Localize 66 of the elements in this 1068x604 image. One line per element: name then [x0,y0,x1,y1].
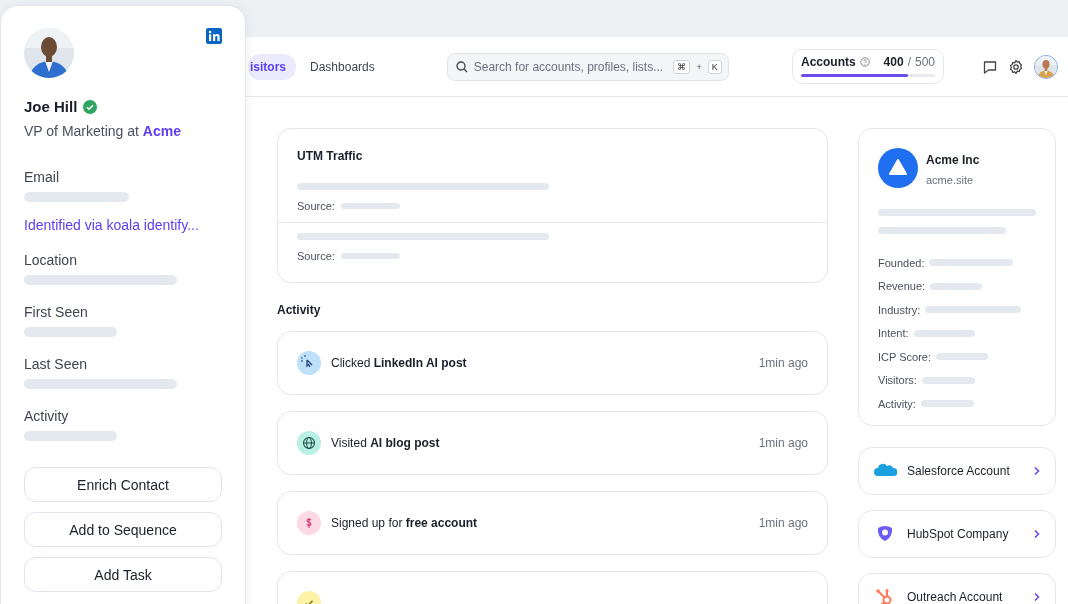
action-button[interactable]: Add Task [24,557,222,592]
chevron-icon [1033,466,1041,476]
cursor-icon [297,351,321,375]
placeholder-bar [340,203,400,209]
company-name: Acme Inc [926,153,980,167]
activity-text: Signed up for free account [331,516,479,530]
linkedin-icon [206,28,222,44]
field-label: Activity: [878,397,916,410]
activity-time: 1min ago [758,436,808,450]
placeholder-bar [913,329,975,337]
nav-tab[interactable]: isitors [248,53,296,80]
used-count: 400 [883,55,904,69]
chevron-icon [1033,592,1041,602]
company-domain: acme.site [926,174,975,186]
card-title: UTM Traffic [296,148,364,163]
integration-link[interactable]: Salesforce Account [858,447,1056,495]
activity-text: Visited AI blog post [331,436,441,450]
total-count: 500 [914,55,935,69]
field-label: Intent: [878,327,909,340]
field-label: Last Seen [24,356,89,372]
accounts-label: Accounts [801,55,856,69]
chat-icon[interactable] [982,58,998,75]
integration-label: HubSpot Company [907,527,1010,541]
identified-link[interactable]: Identified via koala identify... [24,217,222,233]
section-title: Activity [277,303,322,317]
separator: / [907,55,911,69]
help-icon [859,57,870,67]
action-button[interactable]: Enrich Contact [24,467,222,502]
dollar-icon [297,511,321,535]
field-label: Visitors: [878,374,917,387]
placeholder-bar [921,376,975,384]
field-label: Revenue: [878,280,926,293]
integration-link[interactable]: HubSpot Company [858,510,1056,558]
company-logo-icon [878,148,918,188]
search-placeholder: Search for accounts, profiles, lists... [473,59,665,74]
search-field[interactable]: Search for accounts, profiles, lists... ⌘ + K [446,52,729,81]
field-label: Activity [24,408,70,424]
field-label: First Seen [24,304,89,320]
settings-icon[interactable] [1008,58,1024,75]
activity-time: 1min ago [758,516,808,530]
field-label: ICP Score: [878,350,931,363]
placeholder-bar [920,400,974,408]
globe-icon [297,431,321,455]
placeholder-bar [936,353,988,361]
field-label: Industry: [878,303,921,316]
field-label: Location [24,252,78,268]
source-label: Source: [297,250,335,262]
plus-sign: + [696,61,702,72]
nav-tab[interactable]: Dashboards [308,53,379,80]
search-icon [455,60,468,73]
chevron-icon [1033,529,1041,539]
field-label: Email [24,169,60,185]
job-title: VP of Marketing at Acme [24,123,182,139]
field-label: Founded: [878,256,925,269]
placeholder-bar [340,253,400,259]
placeholder-bar [930,282,983,290]
integration-label: Salesforce Account [907,464,1011,478]
action-button[interactable]: Add to Sequence [24,512,222,547]
key-hint: ⌘ [673,59,691,74]
key-hint: K [707,59,722,74]
activity-text: Clicked LinkedIn AI post [331,356,468,370]
contact-name: Joe Hill [24,98,78,115]
source-label: Source: [297,200,335,212]
activity-time: 1min ago [758,356,808,370]
integration-link[interactable]: Outreach Account [858,573,1056,604]
integration-label: Outreach Account [907,590,1004,604]
